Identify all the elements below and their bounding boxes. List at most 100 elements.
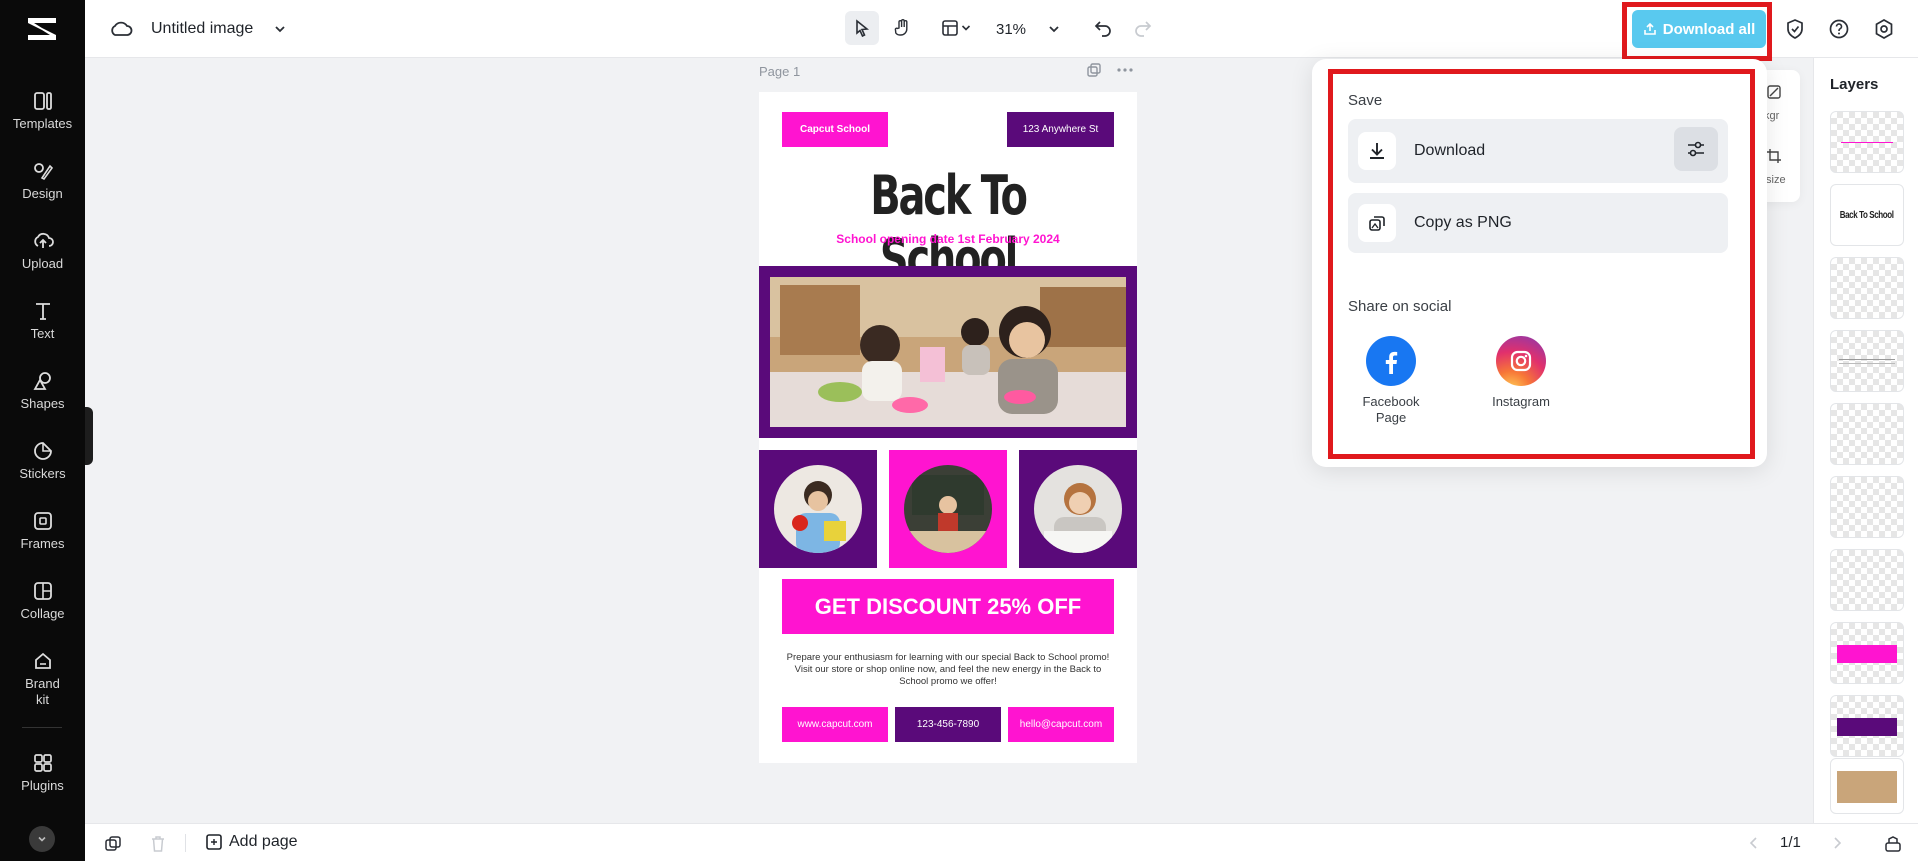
shield-check-icon [1787, 19, 1803, 39]
page-counter: 1/1 [1780, 834, 1801, 851]
hand-icon [894, 19, 908, 36]
rail-item-label: Frames [20, 536, 65, 551]
bottom-bar: Add page 1/1 [85, 823, 1918, 861]
layers-toggle-button[interactable] [1882, 833, 1904, 855]
capcut-logo[interactable] [25, 14, 59, 44]
share-facebook-page[interactable]: Facebook Page [1341, 336, 1441, 426]
cursor-icon [856, 19, 870, 37]
share-section-title: Share on social [1348, 298, 1452, 315]
next-page-button[interactable] [1828, 834, 1846, 852]
layer-thumb-photo[interactable] [1830, 758, 1904, 814]
design-icon [33, 163, 53, 181]
rail-item-label: Templates [12, 116, 73, 131]
layer-thumb-purple-rect[interactable] [1830, 695, 1904, 757]
redo-icon [1135, 21, 1152, 37]
layer-thumb-headline[interactable]: Back To School [1830, 184, 1904, 246]
poster-circle-tile-2[interactable] [889, 450, 1007, 568]
download-popup: Save Download Copy as PNG Share on socia… [1312, 59, 1767, 467]
resize-icon [1767, 149, 1781, 163]
poster-address-tag[interactable]: 123 Anywhere St [1007, 112, 1114, 147]
help-button[interactable] [1826, 16, 1852, 42]
text-icon [35, 303, 50, 320]
layer-thumb-6[interactable] [1830, 476, 1904, 538]
trash-icon [152, 836, 164, 852]
layout-dropdown-button[interactable] [934, 15, 978, 41]
download-option[interactable]: Download [1348, 119, 1728, 183]
rail-item-design[interactable]: Design [0, 160, 85, 201]
title-dropdown-chevron-icon[interactable] [270, 19, 290, 39]
duplicate-button[interactable] [102, 833, 124, 855]
poster-school-tag[interactable]: Capcut School [782, 112, 888, 147]
chevron-down-icon [961, 25, 971, 31]
rail-item-label: Collage [20, 606, 65, 621]
zoom-level[interactable]: 31% [996, 17, 1026, 41]
poster-circle-tile-1[interactable] [759, 450, 877, 568]
rail-item-templates[interactable]: Templates [0, 90, 85, 131]
hand-tool-button[interactable] [886, 11, 920, 45]
delete-button[interactable] [147, 833, 169, 855]
copy-as-png-option[interactable]: Copy as PNG [1348, 193, 1728, 253]
poster-photo-frame[interactable] [759, 266, 1137, 438]
rail-item-brand-kit[interactable]: Brand kit [0, 650, 85, 708]
poster-website[interactable]: www.capcut.com [782, 707, 888, 742]
rail-item-stickers[interactable]: Stickers [0, 440, 85, 481]
page-more-icon[interactable] [1114, 61, 1136, 79]
shapes-icon [32, 372, 51, 390]
poster-phone[interactable]: 123-456-7890 [895, 707, 1001, 742]
rail-item-shapes[interactable]: Shapes [0, 370, 85, 411]
download-option-label: Download [1414, 142, 1486, 159]
layer-thumb-line[interactable] [1830, 111, 1904, 173]
poster-body-text[interactable]: Prepare your enthusiasm for learning wit… [785, 652, 1111, 688]
download-icon [1358, 132, 1396, 170]
rail-item-frames[interactable]: Frames [0, 510, 85, 551]
undo-button[interactable] [1091, 16, 1115, 40]
poster-subline[interactable]: School opening date 1st February 2024 [759, 232, 1137, 246]
rail-item-text[interactable]: Text [0, 300, 85, 341]
zoom-dropdown-chevron-icon[interactable] [1044, 19, 1064, 39]
rail-item-collage[interactable]: Collage [0, 580, 85, 621]
avatar[interactable] [29, 826, 55, 852]
facebook-label: Facebook Page [1362, 394, 1420, 425]
rail-divider [22, 727, 62, 728]
poster-discount-banner[interactable]: GET DISCOUNT 25% OFF [782, 579, 1114, 634]
page-label: Page 1 [759, 64, 801, 79]
prev-page-button[interactable] [1745, 834, 1763, 852]
layer-thumb-3[interactable] [1830, 257, 1904, 319]
brand-kit-icon [34, 652, 51, 669]
add-page-button[interactable]: Add page [205, 833, 298, 851]
chevron-left-icon [1749, 837, 1757, 849]
rail-item-label: Design [22, 186, 63, 201]
design-page[interactable]: Capcut School 123 Anywhere St Back To Sc… [759, 92, 1137, 763]
cloud-save-icon[interactable] [108, 18, 134, 40]
rail-item-label: Brand kit [25, 676, 60, 707]
poster-circle-tile-3[interactable] [1019, 450, 1137, 568]
share-instagram[interactable]: Instagram [1471, 336, 1571, 410]
left-rail: Templates Design Upload Text Shapes Stic… [0, 0, 85, 861]
classroom-photo [770, 277, 1126, 427]
rail-item-upload[interactable]: Upload [0, 230, 85, 271]
upload-icon [33, 232, 54, 248]
download-all-label: Download all [1662, 20, 1756, 38]
layer-thumb-pink-rect[interactable] [1830, 622, 1904, 684]
layers-panel: Layers Back To School [1813, 58, 1918, 823]
collapse-panel-handle[interactable] [85, 407, 93, 465]
document-title[interactable]: Untitled image [151, 17, 253, 41]
poster-email[interactable]: hello@capcut.com [1008, 707, 1114, 742]
student-photo-3 [1034, 465, 1122, 553]
save-section-title: Save [1348, 92, 1383, 109]
download-all-button[interactable]: Download all [1632, 10, 1766, 48]
frames-icon [33, 512, 52, 530]
shield-button[interactable] [1782, 16, 1808, 42]
rail-item-plugins[interactable]: Plugins [0, 752, 85, 793]
settings-button[interactable] [1871, 16, 1897, 42]
select-tool-button[interactable] [845, 11, 879, 45]
layer-thumb-7[interactable] [1830, 549, 1904, 611]
duplicate-icon [105, 836, 121, 851]
duplicate-page-icon[interactable] [1085, 61, 1103, 79]
layer-thumb-headline-text: Back To School [1840, 209, 1894, 221]
download-settings-button[interactable] [1674, 127, 1718, 171]
layer-thumb-5[interactable] [1830, 403, 1904, 465]
redo-button[interactable] [1131, 16, 1155, 40]
background-icon [1767, 85, 1781, 99]
layer-thumb-4[interactable] [1830, 330, 1904, 392]
